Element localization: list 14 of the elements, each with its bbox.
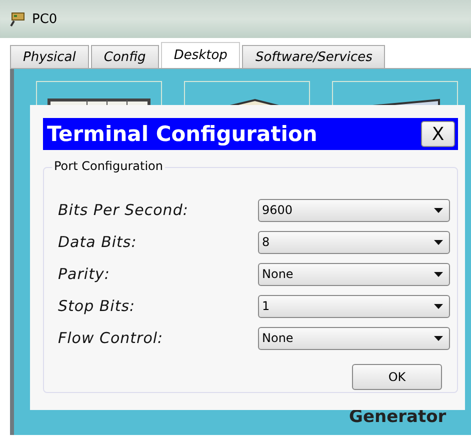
dropdown-value: None <box>262 331 294 345</box>
dropdown-value: 9600 <box>262 203 293 217</box>
group-label: Port Configuration <box>52 159 165 173</box>
dropdown-value: None <box>262 267 294 281</box>
field-label: Flow Control: <box>58 329 164 347</box>
dialog-title: Terminal Configuration <box>47 122 318 146</box>
field-label: Bits Per Second: <box>58 201 190 219</box>
icon-label: Generator <box>349 407 446 427</box>
dropdown-value: 8 <box>262 235 270 249</box>
dropdown-value: 1 <box>262 299 270 313</box>
field-label: Stop Bits: <box>58 297 136 315</box>
window-title: PC0 <box>32 12 58 26</box>
field-label: Data Bits: <box>58 233 138 251</box>
field-label: Parity: <box>58 265 111 283</box>
